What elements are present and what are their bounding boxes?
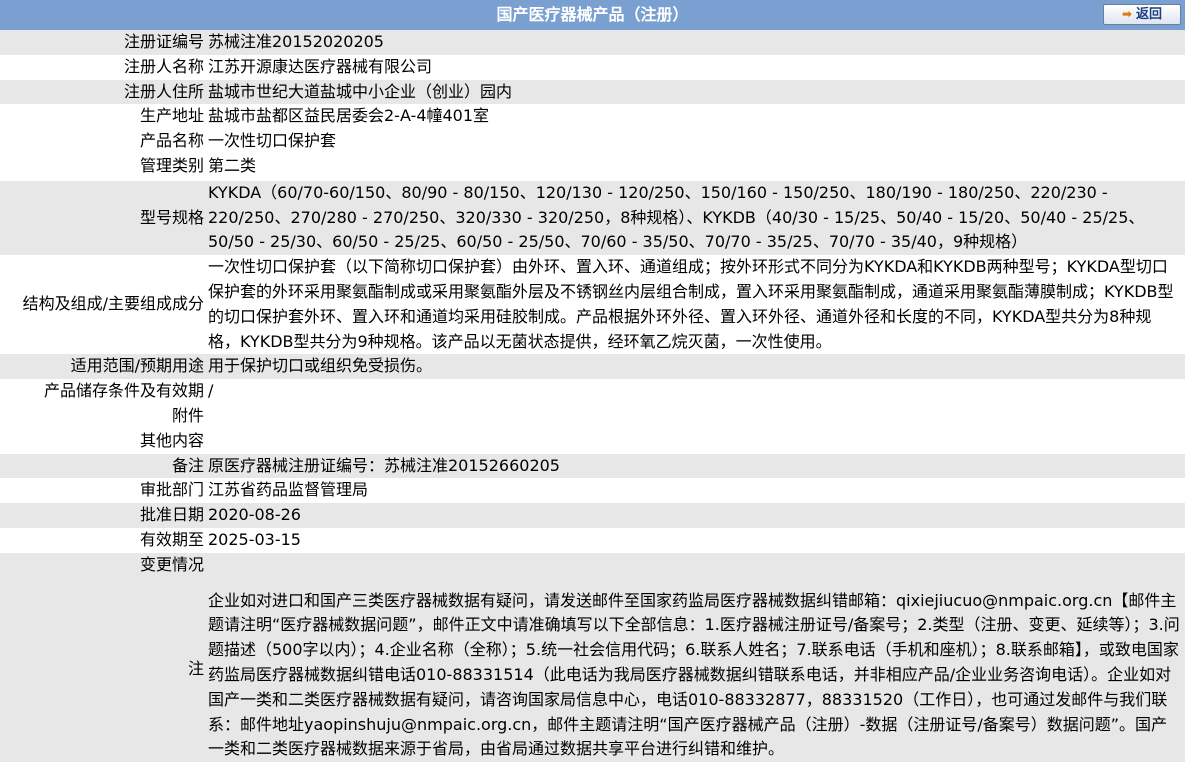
table-row: 结构及组成/主要组成成分 一次性切口保护套（以下简称切口保护套）由外环、置入环、通…: [0, 255, 1185, 354]
back-button-label: 返回: [1136, 7, 1163, 22]
note-row: 注企业如对进口和国产三类医疗器械数据有疑问，请发送邮件至国家药监局医疗器械数据纠…: [0, 577, 1185, 763]
table-row: 注册证编号 苏械注准20152020205: [0, 30, 1185, 55]
page-title: 国产医疗器械产品（注册）: [496, 5, 689, 24]
table-row: 注册人名称 江苏开源康达医疗器械有限公司: [0, 55, 1185, 80]
field-label: 批准日期: [0, 503, 206, 528]
field-label: 其他内容: [139, 430, 204, 450]
field-label: 生产地址: [139, 106, 204, 126]
field-label: 注册人住所: [0, 79, 206, 105]
table-row: 产品名称 一次性切口保护套: [0, 129, 1185, 154]
field-label: 附件: [171, 405, 204, 425]
field-label: 适用范围/预期用途: [0, 354, 206, 380]
field-label: 有效期至: [139, 529, 204, 549]
field-value: 一次性切口保护套: [208, 131, 337, 151]
field-value: 江苏省药品监督管理局: [208, 480, 369, 500]
field-value: KYKDA（60/70-60/150、80/90 - 80/150、120/13…: [206, 180, 1185, 256]
table-row: 生产地址 盐城市盐都区益民居委会2-A-4幢401室: [0, 104, 1185, 129]
field-label: 产品名称: [139, 131, 204, 151]
table-row: 产品储存条件及有效期 /: [0, 379, 1185, 404]
table-row: 附件: [0, 404, 1185, 429]
field-value: /: [208, 381, 214, 401]
table-row: 适用范围/预期用途 用于保护切口或组织免受损伤。: [0, 354, 1185, 380]
field-value: [206, 552, 1185, 578]
field-value: 第二类: [208, 155, 257, 175]
table-row: 管理类别 第二类: [0, 154, 1185, 179]
field-label: 备注: [0, 453, 206, 479]
field-label: 注册人名称: [123, 56, 204, 76]
field-label: 注册证编号: [0, 30, 206, 55]
table-row: 有效期至 2025-03-15: [0, 528, 1185, 553]
table-row: 变更情况: [0, 552, 1185, 578]
field-label: 变更情况: [0, 552, 206, 578]
table-row: 批准日期 2020-08-26: [0, 503, 1185, 528]
arrow-right-icon: ➡: [1121, 7, 1133, 21]
field-value: 一次性切口保护套（以下简称切口保护套）由外环、置入环、通道组成；按外环形式不同分…: [208, 257, 1174, 351]
table-row: 型号规格 KYKDA（60/70-60/150、80/90 - 80/150、12…: [0, 180, 1185, 256]
field-label: 结构及组成/主要组成成分: [22, 294, 204, 314]
field-value: 盐城市世纪大道盐城中小企业（创业）园内: [206, 79, 1185, 105]
table-row: 其他内容: [0, 429, 1185, 454]
table-row: 注册人住所 盐城市世纪大道盐城中小企业（创业）园内: [0, 79, 1185, 105]
field-label: 管理类别: [139, 155, 204, 175]
field-value: 原医疗器械注册证编号：苏械注准20152660205: [206, 453, 1185, 479]
field-label: 产品储存条件及有效期: [43, 381, 204, 401]
note-text: 企业如对进口和国产三类医疗器械数据有疑问，请发送邮件至国家药监局医疗器械数据纠错…: [206, 577, 1185, 763]
note-label: 注: [0, 577, 206, 763]
back-button[interactable]: ➡ 返回: [1103, 4, 1181, 25]
field-label: 审批部门: [139, 480, 204, 500]
field-value: 2020-08-26: [206, 503, 1185, 528]
field-value: 江苏开源康达医疗器械有限公司: [208, 56, 433, 76]
field-label: 型号规格: [0, 180, 206, 256]
field-value: 用于保护切口或组织免受损伤。: [206, 354, 1185, 380]
table-row: 备注 原医疗器械注册证编号：苏械注准20152660205: [0, 453, 1185, 479]
field-value: 盐城市盐都区益民居委会2-A-4幢401室: [208, 106, 490, 126]
table-row: 审批部门 江苏省药品监督管理局: [0, 478, 1185, 503]
detail-table: 注册证编号 苏械注准20152020205 注册人名称 江苏开源康达医疗器械有限公司…: [0, 30, 1185, 763]
field-value: 苏械注准20152020205: [206, 30, 1185, 55]
field-value: 2025-03-15: [208, 529, 301, 549]
page-header: 国产医疗器械产品（注册） ➡ 返回: [0, 0, 1185, 30]
field-value: [206, 404, 1185, 429]
field-value: [206, 429, 1185, 454]
